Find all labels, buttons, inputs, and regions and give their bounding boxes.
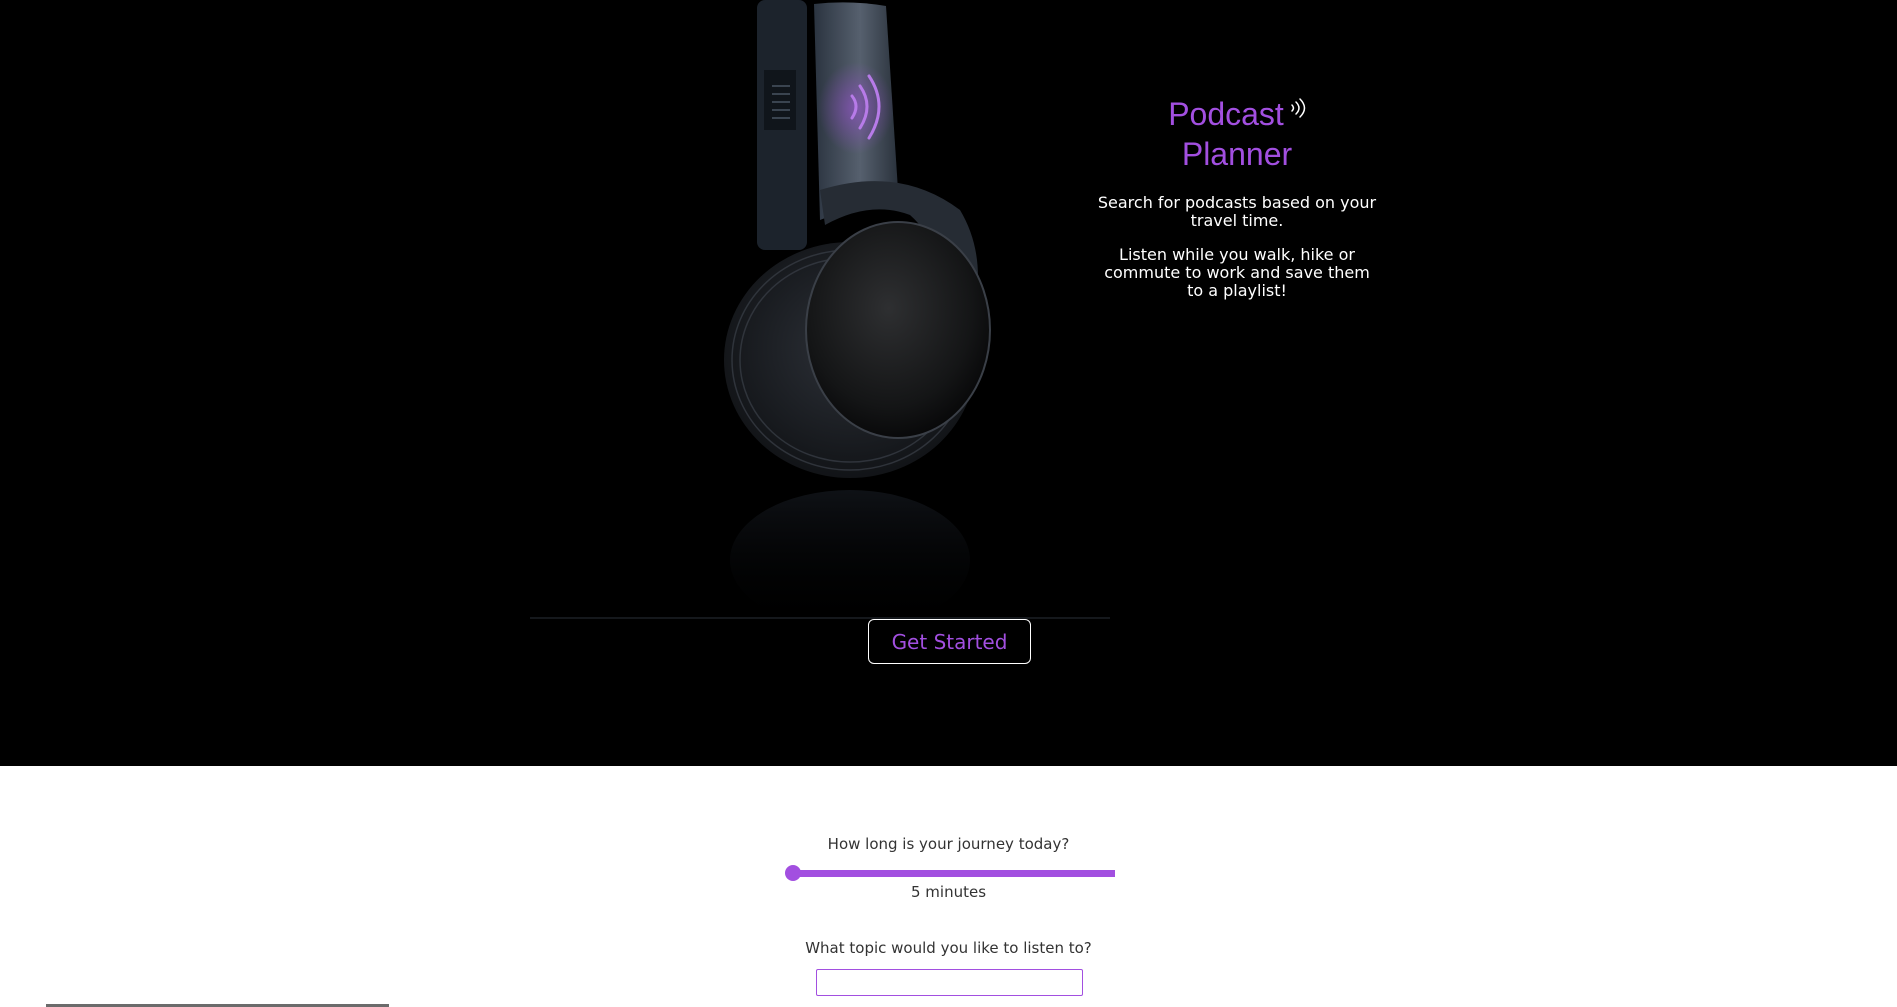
journey-form: How long is your journey today? 5 minute… bbox=[0, 766, 1897, 1007]
slider-track[interactable] bbox=[793, 870, 1115, 877]
description-listen: Listen while you walk, hike or commute t… bbox=[1104, 245, 1370, 300]
slider-thumb[interactable] bbox=[785, 865, 801, 881]
hero-section: Podcast Planner Search for podcasts base… bbox=[0, 0, 1897, 766]
get-started-button[interactable]: Get Started bbox=[868, 619, 1031, 664]
headphones-image bbox=[520, 0, 1120, 630]
journey-question-label: How long is your journey today? bbox=[827, 835, 1070, 853]
topic-input[interactable] bbox=[816, 969, 1083, 996]
duration-readout: 5 minutes bbox=[910, 883, 987, 901]
title-line-1: Podcast bbox=[1095, 88, 1379, 134]
journey-duration-slider[interactable] bbox=[785, 864, 1115, 882]
title-line-1-text: Podcast bbox=[1168, 96, 1284, 132]
topic-question-label: What topic would you like to listen to? bbox=[805, 939, 1092, 957]
title-line-2: Planner bbox=[1181, 136, 1293, 172]
app-title: Podcast Planner bbox=[1095, 88, 1379, 174]
sound-waves-icon bbox=[1290, 88, 1306, 128]
description-search: Search for podcasts based on your travel… bbox=[1097, 193, 1377, 230]
intro-panel: Podcast Planner Search for podcasts base… bbox=[1095, 88, 1379, 300]
